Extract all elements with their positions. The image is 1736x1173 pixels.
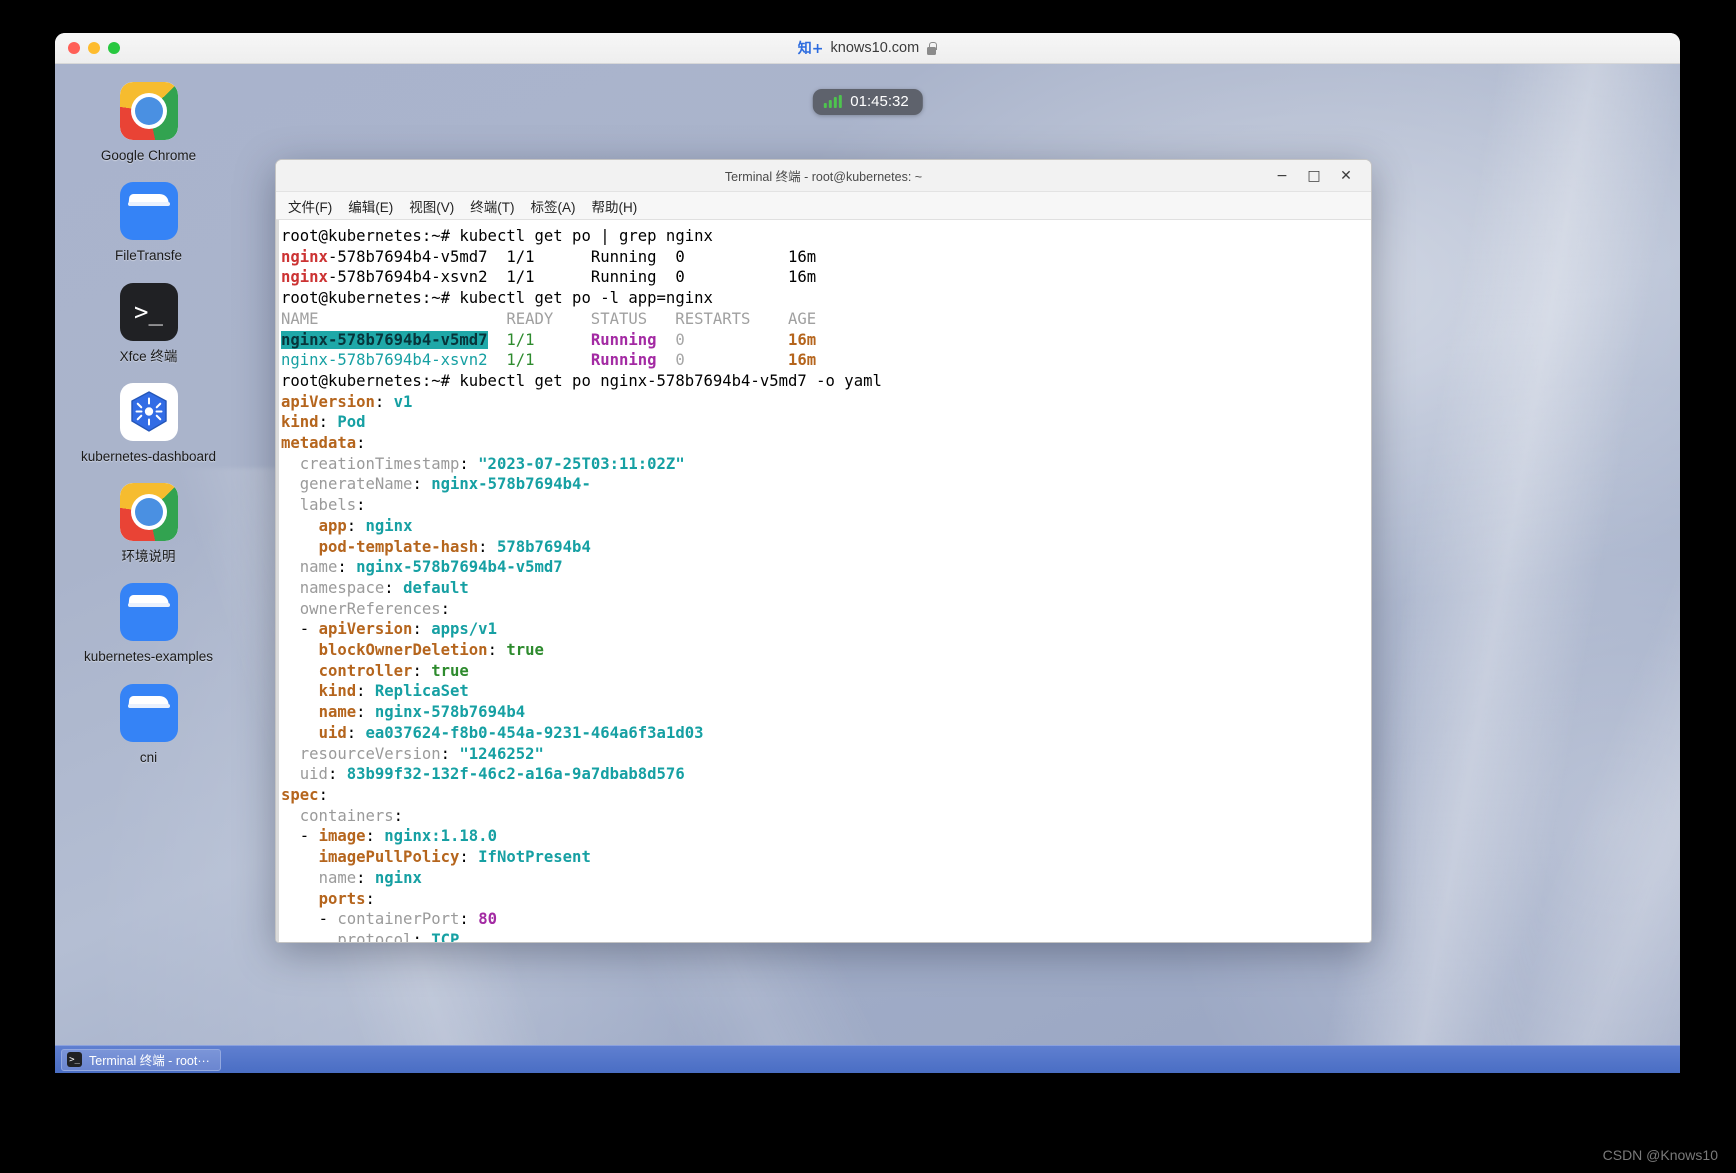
- timer-value: 01:45:32: [850, 93, 909, 110]
- maximize-window-button[interactable]: [108, 42, 120, 54]
- desktop-icon-filetransfer[interactable]: FileTransfe: [71, 182, 226, 264]
- desktop-icon-label: Xfce 终端: [119, 348, 178, 364]
- terminal-maximize-button[interactable]: □: [1299, 163, 1329, 189]
- folder-icon: [119, 182, 178, 241]
- desktop-icon-label: kubernetes-dashboard: [80, 448, 217, 464]
- menu-file[interactable]: 文件(F): [280, 193, 340, 219]
- signal-bars-icon: [823, 95, 842, 108]
- desktop-icon-xfce-terminal[interactable]: >_ Xfce 终端: [71, 282, 226, 365]
- taskbar: >_ Terminal 终端 - root···: [55, 1045, 1680, 1073]
- taskbar-item-label: Terminal 终端 - root···: [89, 1054, 210, 1068]
- terminal-body[interactable]: root@kubernetes:~# kubectl get po | grep…: [276, 220, 1371, 942]
- terminal-output: root@kubernetes:~# kubectl get po | grep…: [281, 227, 882, 942]
- desktop-icon-kubernetes-dashboard[interactable]: kubernetes-dashboard: [71, 382, 226, 465]
- desktop-icon-grid: Google Chrome FileTransfe >_ Xfce 终端 kub…: [71, 82, 226, 784]
- desktop-icon-label: cni: [139, 749, 158, 765]
- browser-window: 知+ knows10.com 01:45:32 Google Chrome Fi…: [55, 33, 1680, 1073]
- terminal-titlebar[interactable]: Terminal 终端 - root@kubernetes: ~ − □ ✕: [276, 160, 1371, 192]
- address-bar[interactable]: 知+ knows10.com: [55, 38, 1680, 58]
- desktop: 01:45:32 Google Chrome FileTransfe >_ Xf…: [55, 64, 1680, 1073]
- menu-edit[interactable]: 编辑(E): [340, 193, 401, 219]
- terminal-close-button[interactable]: ✕: [1331, 163, 1361, 189]
- terminal-menubar: 文件(F) 编辑(E) 视图(V) 终端(T) 标签(A) 帮助(H): [276, 192, 1371, 220]
- session-timer-badge: 01:45:32: [812, 89, 923, 115]
- traffic-lights: [68, 42, 120, 54]
- desktop-icon-google-chrome[interactable]: Google Chrome: [71, 82, 226, 164]
- chrome-icon: [119, 483, 178, 542]
- close-window-button[interactable]: [68, 42, 80, 54]
- terminal-minimize-button[interactable]: −: [1267, 163, 1297, 189]
- desktop-icon-label: 环境说明: [121, 549, 176, 565]
- taskbar-item-terminal[interactable]: >_ Terminal 终端 - root···: [61, 1048, 221, 1071]
- watermark: CSDN @Knows10: [1602, 1147, 1718, 1163]
- menu-tabs[interactable]: 标签(A): [523, 193, 584, 219]
- site-badge-icon: 知+: [797, 41, 824, 57]
- desktop-icon-label: Google Chrome: [100, 148, 197, 163]
- menu-view[interactable]: 视图(V): [401, 193, 462, 219]
- terminal-icon: >_: [67, 1052, 82, 1067]
- desktop-icon-label: kubernetes-examples: [83, 649, 214, 665]
- terminal-scrollbar[interactable]: [276, 220, 279, 942]
- menu-terminal[interactable]: 终端(T): [462, 193, 522, 219]
- url-text: knows10.com: [830, 40, 920, 56]
- kubernetes-icon: [119, 382, 178, 441]
- desktop-icon-kubernetes-examples[interactable]: kubernetes-examples: [71, 583, 226, 665]
- minimize-window-button[interactable]: [88, 42, 100, 54]
- folder-icon: [119, 583, 178, 642]
- desktop-icon-cni[interactable]: cni: [71, 683, 226, 766]
- lock-icon: [926, 42, 937, 55]
- desktop-icon-environment[interactable]: 环境说明: [71, 483, 226, 565]
- terminal-window-controls: − □ ✕: [1267, 163, 1371, 189]
- browser-titlebar: 知+ knows10.com: [55, 33, 1680, 64]
- chrome-icon: [119, 82, 178, 140]
- menu-help[interactable]: 帮助(H): [584, 193, 646, 219]
- terminal-icon: >_: [119, 282, 178, 341]
- terminal-window: Terminal 终端 - root@kubernetes: ~ − □ ✕ 文…: [275, 159, 1372, 943]
- terminal-title: Terminal 终端 - root@kubernetes: ~: [724, 170, 923, 184]
- desktop-icon-label: FileTransfe: [114, 248, 183, 264]
- folder-icon: [119, 683, 178, 742]
